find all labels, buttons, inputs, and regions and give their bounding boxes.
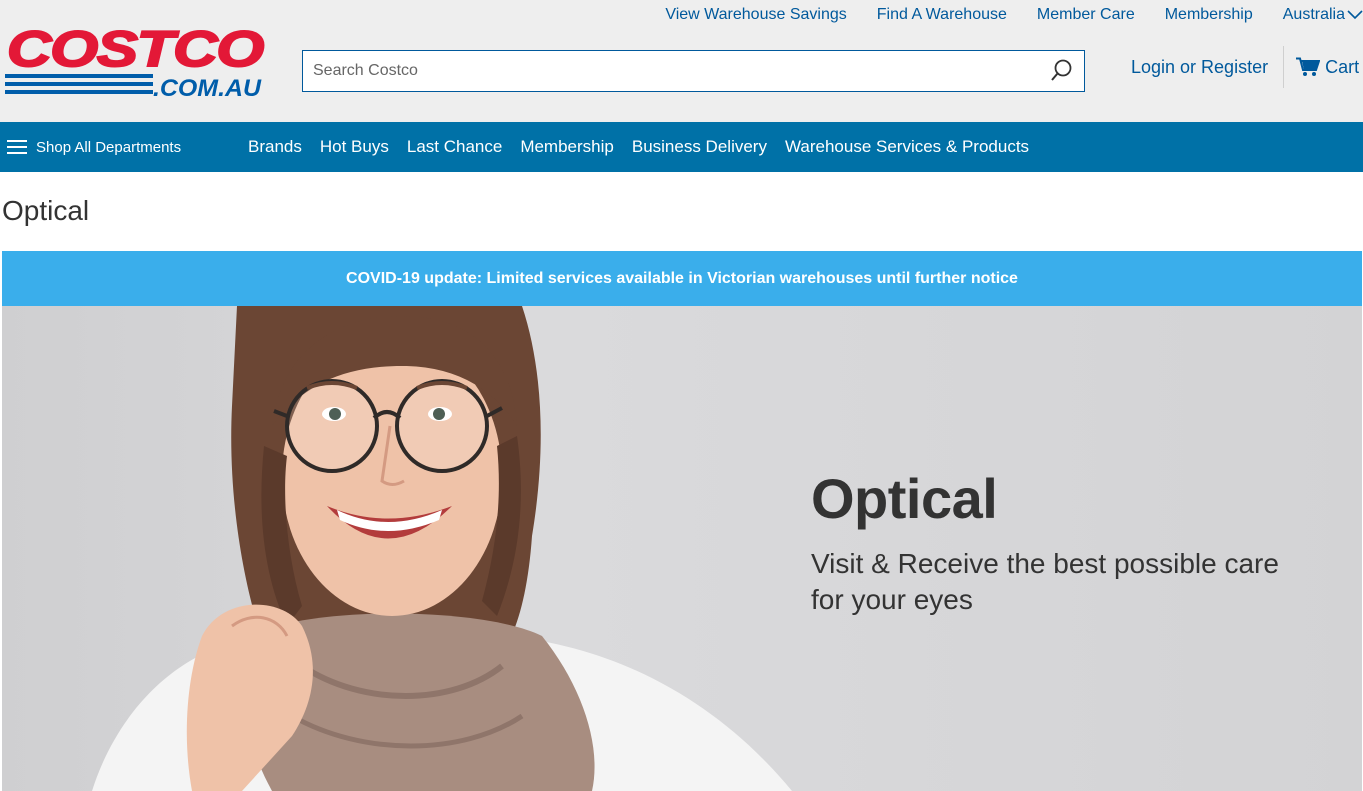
costco-logo[interactable]: COSTCO .COM.AU <box>5 20 267 102</box>
search-button[interactable] <box>1038 51 1084 91</box>
nav-link-membership[interactable]: Membership <box>520 137 614 157</box>
utility-link-warehouse-savings[interactable]: View Warehouse Savings <box>665 6 846 24</box>
login-register-link[interactable]: Login or Register <box>1131 57 1268 78</box>
nav-links: Brands Hot Buys Last Chance Membership B… <box>248 137 1047 157</box>
main-nav: Shop All Departments Brands Hot Buys Las… <box>0 122 1363 172</box>
utility-nav: View Warehouse Savings Find A Warehouse … <box>635 6 1363 24</box>
hero-subheading: Visit & Receive the best possible care f… <box>811 548 1279 615</box>
nav-link-last-chance[interactable]: Last Chance <box>407 137 502 157</box>
search-icon <box>1051 59 1072 81</box>
logo-wordmark: COSTCO <box>7 22 264 77</box>
cart-label: Cart <box>1325 56 1360 77</box>
covid-update-banner[interactable]: COVID-19 update: Limited services availa… <box>2 251 1362 306</box>
hero-banner[interactable]: Optical Visit & Receive the best possibl… <box>2 306 1362 791</box>
chevron-down-icon <box>1347 10 1363 20</box>
search-input[interactable] <box>303 51 1038 91</box>
utility-link-membership[interactable]: Membership <box>1165 6 1253 24</box>
site-header: View Warehouse Savings Find A Warehouse … <box>0 0 1363 122</box>
page-title: Optical <box>2 195 90 226</box>
account-area: Login or Register Cart <box>1131 46 1359 88</box>
search-box <box>302 50 1085 92</box>
shop-all-departments-button[interactable]: Shop All Departments <box>7 139 248 156</box>
covid-banner-text: COVID-19 update: Limited services availa… <box>346 269 1018 287</box>
nav-link-brands[interactable]: Brands <box>248 137 302 157</box>
costco-logo-image: COSTCO .COM.AU <box>5 20 266 102</box>
account-divider <box>1283 46 1285 88</box>
nav-link-business-delivery[interactable]: Business Delivery <box>632 137 767 157</box>
hamburger-icon <box>7 140 27 154</box>
cart-link[interactable]: Cart <box>1296 57 1359 78</box>
utility-link-find-warehouse[interactable]: Find A Warehouse <box>877 6 1007 24</box>
nav-link-hot-buys[interactable]: Hot Buys <box>320 137 389 157</box>
nav-link-warehouse-services[interactable]: Warehouse Services & Products <box>785 137 1029 157</box>
country-selector[interactable]: Australia <box>1283 6 1363 24</box>
hero-heading: Optical <box>811 467 998 530</box>
country-label: Australia <box>1282 6 1345 23</box>
hero-photo-woman-glasses <box>92 306 792 791</box>
shop-all-label: Shop All Departments <box>36 138 182 156</box>
utility-link-member-care[interactable]: Member Care <box>1037 6 1135 24</box>
logo-domain: .COM.AU <box>153 75 262 100</box>
cart-icon <box>1296 57 1321 76</box>
